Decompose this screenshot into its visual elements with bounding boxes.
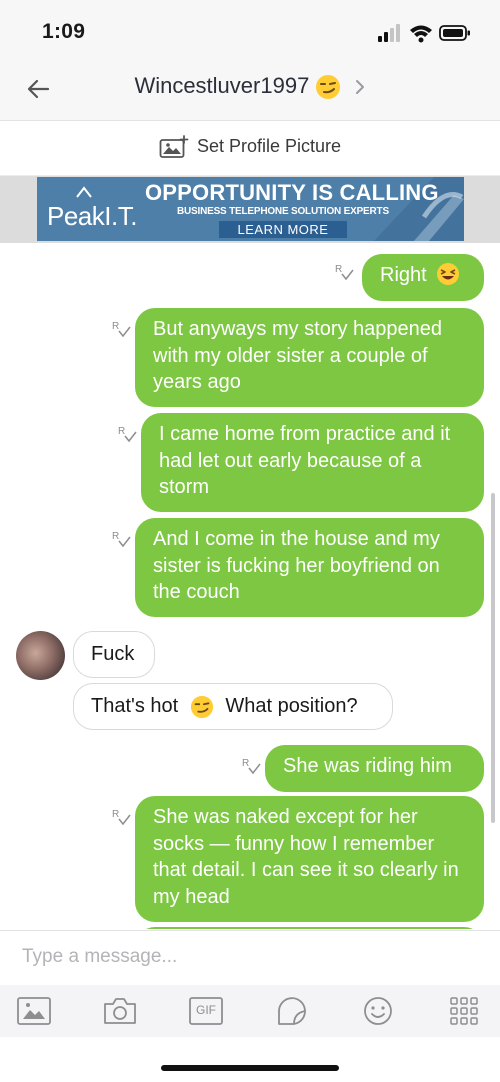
ad-logo-caret: [76, 186, 92, 198]
outgoing-message[interactable]: And I come in the house and my sister is…: [135, 518, 484, 617]
camera-icon[interactable]: [102, 995, 138, 1027]
outgoing-message-partial[interactable]: [135, 927, 484, 929]
incoming-message[interactable]: Fuck: [73, 631, 155, 678]
incoming-message[interactable]: That's hot What position?: [73, 683, 393, 730]
smirk-emoji-icon: [190, 695, 213, 718]
signal-icon: [378, 24, 400, 42]
laughing-emoji-icon: [437, 262, 460, 285]
chat-title: Wincestluver1997: [134, 73, 310, 98]
battery-icon: [439, 25, 470, 41]
read-receipt-icon: R: [112, 321, 131, 338]
message-list[interactable]: R Right R But anyways my story happened …: [0, 243, 500, 929]
read-receipt-icon: R: [118, 426, 137, 443]
message-text: But anyways my story happened with my ol…: [153, 318, 443, 393]
home-indicator[interactable]: [161, 1065, 339, 1071]
svg-text:R: R: [118, 426, 125, 437]
add-photo-icon: [159, 135, 189, 158]
outgoing-message[interactable]: Right: [362, 254, 484, 301]
set-profile-picture-row[interactable]: Set Profile Picture: [0, 121, 500, 176]
outgoing-message[interactable]: But anyways my story happened with my ol…: [135, 308, 484, 407]
message-text: She was riding him: [283, 755, 452, 777]
more-apps-grid-icon[interactable]: [446, 995, 482, 1027]
ad-headline: OPPORTUNITY IS CALLING: [145, 180, 439, 205]
message-text: She was naked except for her socks — fun…: [153, 806, 459, 908]
svg-text:R: R: [242, 758, 249, 769]
chevron-right-icon: [355, 80, 364, 95]
ad-brand: PeakI.T.: [47, 201, 137, 231]
status-time: 1:09: [42, 20, 86, 43]
chat-title-button[interactable]: Wincestluver1997: [0, 73, 500, 100]
read-receipt-icon: R: [112, 531, 131, 548]
message-input[interactable]: Type a message...: [22, 946, 177, 968]
gif-label: GIF: [196, 1003, 216, 1017]
gif-button[interactable]: GIF: [188, 995, 224, 1027]
gallery-icon[interactable]: [16, 995, 52, 1027]
read-receipt-icon: R: [242, 758, 261, 775]
scrollbar[interactable]: [491, 493, 495, 823]
message-text: And I come in the house and my sister is…: [153, 528, 440, 603]
ad-banner[interactable]: PeakI.T. OPPORTUNITY IS CALLING BUSINESS…: [37, 177, 464, 241]
message-text: Right: [380, 264, 427, 286]
status-bar: 1:09: [0, 0, 500, 58]
wifi-icon: [410, 25, 432, 43]
svg-text:R: R: [112, 531, 119, 542]
ad-strip: PeakI.T. OPPORTUNITY IS CALLING BUSINESS…: [0, 176, 500, 243]
message-text: What position?: [225, 695, 358, 717]
ad-subline: BUSINESS TELEPHONE SOLUTION EXPERTS: [177, 206, 389, 217]
ad-learn-more-button[interactable]: LEARN MORE: [219, 221, 347, 238]
message-text: I came home from practice and it had let…: [159, 423, 451, 498]
emoji-picker-icon[interactable]: [360, 995, 396, 1027]
outgoing-message[interactable]: She was naked except for her socks — fun…: [135, 796, 484, 922]
outgoing-message[interactable]: I came home from practice and it had let…: [141, 413, 484, 512]
read-receipt-icon: R: [112, 809, 131, 826]
home-indicator-area: [0, 1037, 500, 1082]
read-receipt-icon: R: [335, 264, 354, 281]
message-text: Fuck: [91, 643, 135, 665]
outgoing-message[interactable]: She was riding him: [265, 745, 484, 792]
message-text: That's hot: [91, 695, 179, 717]
chat-header: Wincestluver1997: [0, 58, 500, 121]
smirk-emoji-icon: [316, 75, 341, 100]
svg-text:R: R: [112, 321, 119, 332]
sticker-icon[interactable]: [274, 995, 310, 1027]
contact-avatar[interactable]: [16, 631, 65, 680]
set-profile-picture-label: Set Profile Picture: [196, 135, 342, 156]
attachment-toolbar: GIF: [0, 985, 500, 1037]
status-icons: [378, 24, 470, 43]
composer: Type a message...: [0, 930, 500, 986]
svg-text:R: R: [335, 264, 342, 275]
svg-text:R: R: [112, 809, 119, 820]
